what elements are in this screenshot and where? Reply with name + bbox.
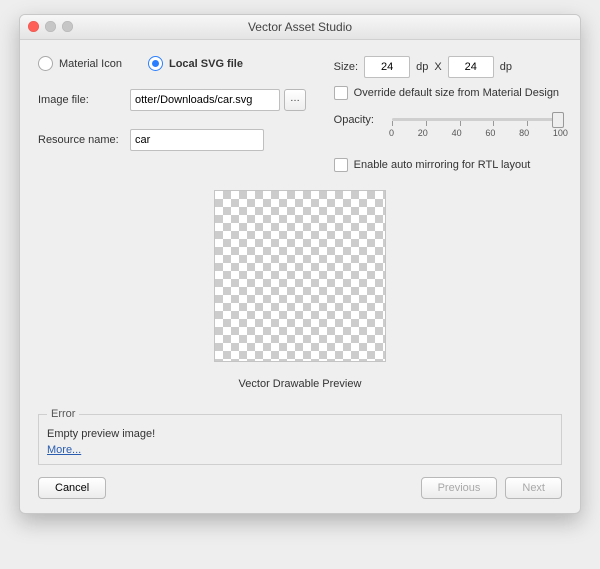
radio-material-icon[interactable]: Material Icon bbox=[38, 56, 122, 71]
traffic-lights bbox=[28, 21, 73, 32]
previous-button[interactable]: Previous bbox=[421, 477, 498, 499]
size-unit1: dp bbox=[416, 61, 428, 73]
size-unit2: dp bbox=[500, 61, 512, 73]
rtl-checkbox[interactable] bbox=[334, 158, 348, 172]
opacity-label: Opacity: bbox=[334, 114, 374, 126]
window-title: Vector Asset Studio bbox=[248, 20, 352, 34]
image-file-label: Image file: bbox=[38, 94, 130, 106]
next-button[interactable]: Next bbox=[505, 477, 562, 499]
size-label: Size: bbox=[334, 61, 358, 73]
minimize-icon[interactable] bbox=[45, 21, 56, 32]
dialog-window: Vector Asset Studio Material Icon Local … bbox=[19, 14, 581, 514]
radio-local-svg[interactable]: Local SVG file bbox=[148, 56, 243, 71]
close-icon[interactable] bbox=[28, 21, 39, 32]
image-file-input[interactable] bbox=[130, 89, 280, 111]
slider-knob[interactable] bbox=[552, 112, 564, 128]
zoom-icon[interactable] bbox=[62, 21, 73, 32]
error-message: Empty preview image! bbox=[47, 428, 553, 440]
rtl-label: Enable auto mirroring for RTL layout bbox=[354, 159, 531, 171]
radio-dot-icon bbox=[38, 56, 53, 71]
size-sep: X bbox=[434, 61, 441, 73]
error-more-link[interactable]: More... bbox=[47, 444, 81, 456]
error-group: Error Empty preview image! More... bbox=[38, 408, 562, 465]
resource-name-input[interactable] bbox=[130, 129, 264, 151]
size-height-input[interactable] bbox=[448, 56, 494, 78]
radio-dot-icon bbox=[148, 56, 163, 71]
override-label: Override default size from Material Desi… bbox=[354, 87, 559, 99]
slider-ticks bbox=[392, 121, 562, 126]
opacity-slider[interactable]: 0 20 40 60 80 100 bbox=[392, 114, 562, 142]
resource-name-label: Resource name: bbox=[38, 134, 130, 146]
radio-svg-label: Local SVG file bbox=[169, 58, 243, 70]
preview-canvas bbox=[214, 190, 386, 362]
size-width-input[interactable] bbox=[364, 56, 410, 78]
dialog-content: Material Icon Local SVG file Image file:… bbox=[20, 40, 580, 513]
error-legend: Error bbox=[47, 408, 79, 420]
cancel-button[interactable]: Cancel bbox=[38, 477, 106, 499]
slider-labels: 0 20 40 60 80 100 bbox=[389, 128, 568, 138]
browse-button[interactable]: … bbox=[284, 89, 306, 111]
radio-material-label: Material Icon bbox=[59, 58, 122, 70]
preview-label: Vector Drawable Preview bbox=[239, 378, 362, 390]
override-checkbox[interactable] bbox=[334, 86, 348, 100]
titlebar: Vector Asset Studio bbox=[20, 15, 580, 40]
